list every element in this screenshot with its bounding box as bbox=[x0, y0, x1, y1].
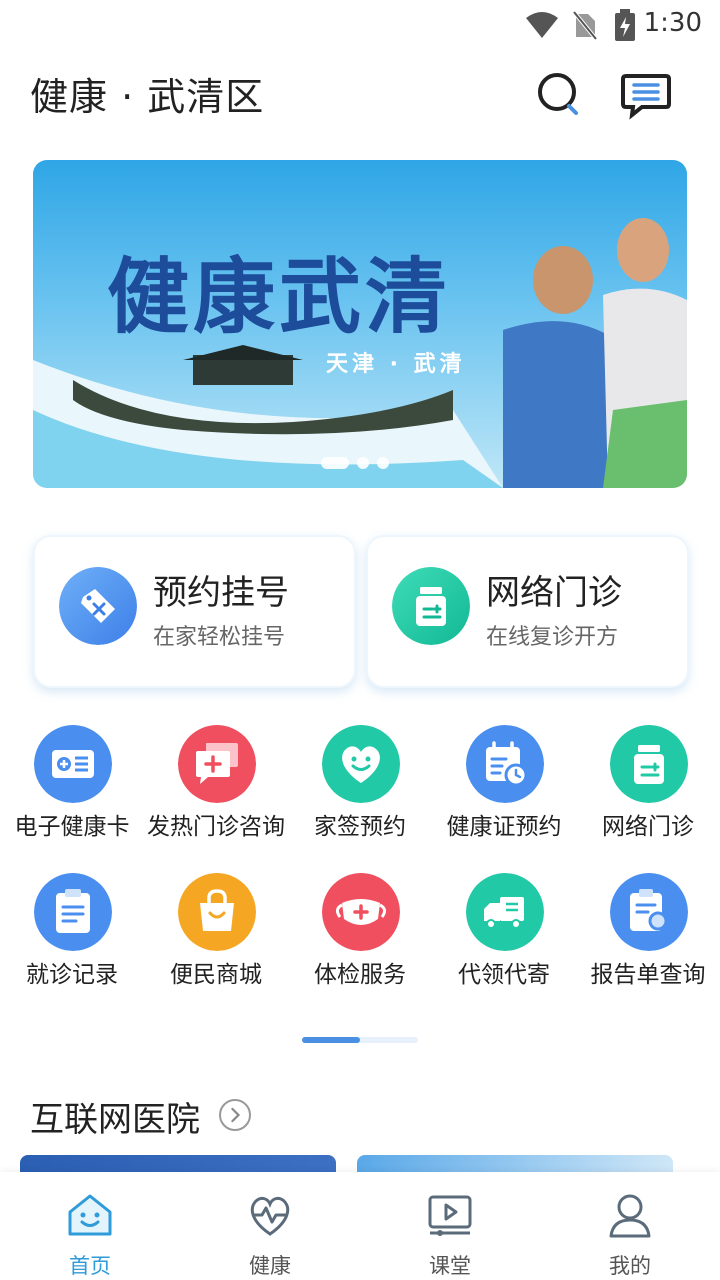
status-bar: 1:30 bbox=[0, 0, 720, 50]
service-delivery[interactable]: 代领代寄 bbox=[432, 873, 576, 1003]
service-label: 代领代寄 bbox=[458, 962, 550, 988]
tab-home[interactable]: 首页 bbox=[0, 1172, 180, 1280]
service-family-doctor[interactable]: 家签预约 bbox=[288, 725, 432, 855]
service-health-card[interactable]: 电子健康卡 bbox=[0, 725, 144, 855]
service-label: 网络门诊 bbox=[602, 814, 694, 840]
service-label: 发热门诊咨询 bbox=[147, 814, 285, 840]
calendar-clock-icon bbox=[466, 725, 544, 803]
tag-icon bbox=[59, 567, 137, 645]
user-icon bbox=[609, 1194, 651, 1238]
service-physical-exam[interactable]: 体检服务 bbox=[288, 873, 432, 1003]
tab-health[interactable]: 健康 bbox=[180, 1172, 360, 1280]
tab-label: 健康 bbox=[249, 1254, 291, 1278]
home-smile-icon bbox=[68, 1194, 112, 1236]
service-label: 便民商城 bbox=[170, 962, 262, 988]
tab-label: 首页 bbox=[69, 1254, 111, 1278]
medicine-bottle-icon bbox=[610, 725, 688, 803]
banner-dot bbox=[321, 457, 349, 469]
service-label: 报告单查询 bbox=[590, 962, 706, 988]
service-label: 家签预约 bbox=[314, 814, 406, 840]
card-subtitle: 在家轻松挂号 bbox=[153, 625, 286, 650]
card-online-clinic[interactable]: 网络门诊 在线复诊开方 bbox=[366, 535, 689, 688]
service-report-query[interactable]: 报告单查询 bbox=[576, 873, 720, 1003]
service-row: 就诊记录 便民商城 体检服务 代领代寄 报告单查询 bbox=[0, 873, 720, 1003]
banner-pagination bbox=[321, 457, 389, 469]
tab-label: 课堂 bbox=[429, 1254, 471, 1278]
tab-profile[interactable]: 我的 bbox=[540, 1172, 720, 1280]
service-page-indicator bbox=[302, 1037, 418, 1043]
service-row: 电子健康卡 发热门诊咨询 家签预约 健康证预约 网络门诊 bbox=[0, 725, 720, 855]
service-online-clinic[interactable]: 网络门诊 bbox=[576, 725, 720, 855]
section-title[interactable]: 互联网医院 bbox=[30, 1092, 200, 1141]
search-icon[interactable] bbox=[535, 70, 585, 120]
no-sim-icon bbox=[572, 10, 598, 40]
heart-smile-icon bbox=[322, 725, 400, 803]
tab-classroom[interactable]: 课堂 bbox=[360, 1172, 540, 1280]
tab-label: 我的 bbox=[609, 1254, 651, 1278]
chat-plus-icon bbox=[178, 725, 256, 803]
banner-headline: 健康武清 bbox=[107, 249, 452, 345]
chevron-right-icon[interactable] bbox=[219, 1099, 251, 1131]
card-appointment[interactable]: 预约挂号 在家轻松挂号 bbox=[33, 535, 356, 688]
medicine-bottle-icon bbox=[392, 567, 470, 645]
report-search-icon bbox=[610, 873, 688, 951]
service-health-cert[interactable]: 健康证预约 bbox=[432, 725, 576, 855]
app-header: 健康 · 武清区 bbox=[0, 58, 720, 128]
card-title: 网络门诊 bbox=[486, 573, 622, 613]
clipboard-icon bbox=[34, 873, 112, 951]
health-card-icon bbox=[34, 725, 112, 803]
page-title: 健康 · 武清区 bbox=[30, 75, 265, 119]
promo-banner[interactable]: 健康武清 天津 · 武清 bbox=[33, 160, 687, 488]
feature-cards: 预约挂号 在家轻松挂号 网络门诊 在线复诊开方 bbox=[0, 535, 720, 690]
banner-dot bbox=[377, 457, 389, 469]
card-title: 预约挂号 bbox=[153, 573, 289, 613]
service-visit-records[interactable]: 就诊记录 bbox=[0, 873, 144, 1003]
service-mall[interactable]: 便民商城 bbox=[144, 873, 288, 1003]
message-icon[interactable] bbox=[620, 70, 672, 120]
service-fever-clinic[interactable]: 发热门诊咨询 bbox=[144, 725, 288, 855]
bottom-tab-bar: 首页 健康 课堂 我的 bbox=[0, 1172, 720, 1280]
wifi-icon bbox=[526, 12, 558, 38]
service-label: 健康证预约 bbox=[446, 814, 562, 840]
mask-icon bbox=[322, 873, 400, 951]
service-label: 就诊记录 bbox=[26, 962, 118, 988]
status-time: 1:30 bbox=[643, 8, 702, 38]
service-page-indicator-active bbox=[302, 1037, 360, 1043]
battery-charging-icon bbox=[615, 9, 635, 41]
service-label: 电子健康卡 bbox=[14, 814, 130, 840]
shopping-bag-icon bbox=[178, 873, 256, 951]
delivery-truck-icon bbox=[466, 873, 544, 951]
service-label: 体检服务 bbox=[314, 962, 406, 988]
card-subtitle: 在线复诊开方 bbox=[486, 625, 619, 650]
banner-dot bbox=[357, 457, 369, 469]
heart-pulse-icon bbox=[250, 1196, 290, 1236]
banner-subline: 天津 · 武清 bbox=[326, 352, 466, 377]
video-play-icon bbox=[428, 1195, 472, 1236]
